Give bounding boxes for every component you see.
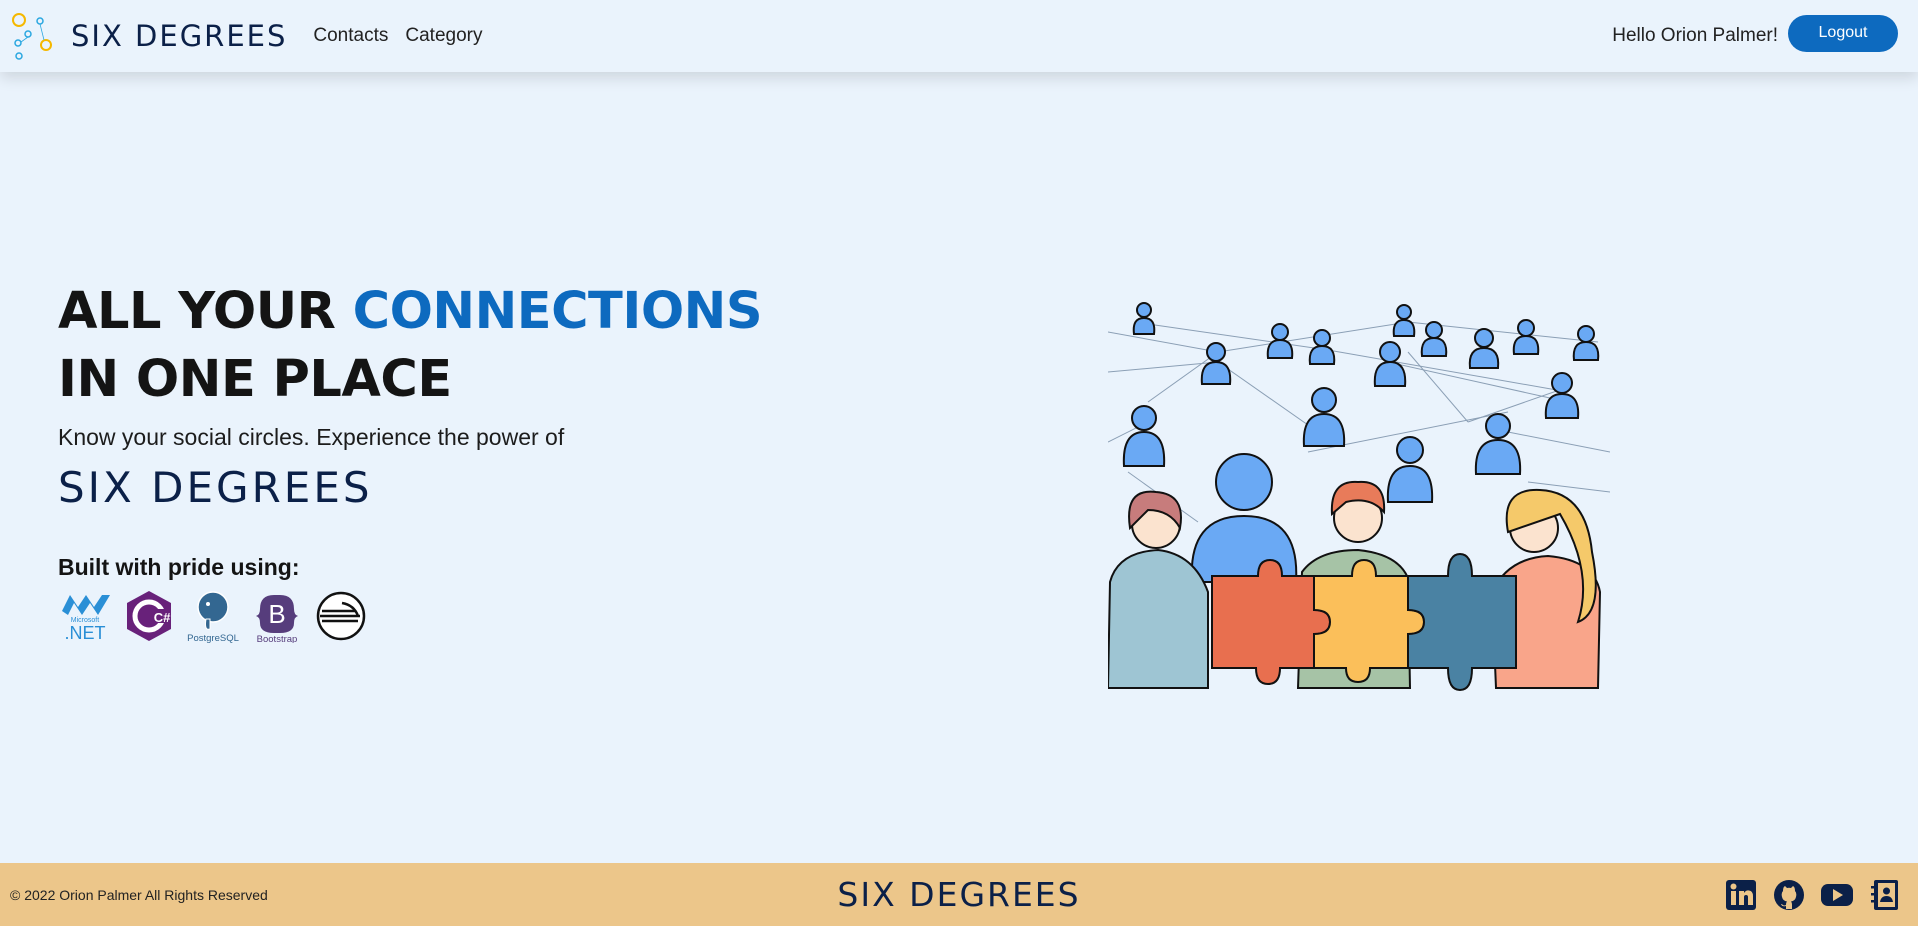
nav-user-area: Hello Orion Palmer! Logout [1612, 14, 1898, 52]
github-icon[interactable] [1772, 878, 1806, 912]
postgresql-label: PostgreSQL [187, 633, 239, 643]
six-degrees-logo-icon [12, 13, 52, 60]
dotnet-icon: Microsoft .NET [58, 589, 112, 643]
footer: © 2022 Orion Palmer All Rights Reserved … [0, 863, 1918, 926]
social-links [1724, 878, 1902, 912]
bootstrap-letter: B [268, 599, 285, 629]
nav-link-contacts[interactable]: Contacts [313, 25, 388, 47]
footer-brand: SIX DEGREES [837, 875, 1081, 914]
hero-section: ALL YOUR CONNECTIONS IN ONE PLACE Know y… [58, 278, 818, 643]
csharp-icon: C# [122, 589, 176, 643]
postgresql-icon: PostgreSQL [186, 589, 240, 643]
built-with-heading: Built with pride using: [58, 554, 300, 580]
bootstrap-icon: B Bootstrap [250, 589, 304, 643]
bootstrap-label: Bootstrap [257, 634, 298, 643]
hero-title-accent: CONNECTIONS [352, 282, 763, 341]
hero-subtitle: Know your social circles. Experience the… [58, 424, 565, 450]
brand-link[interactable]: SIX DEGREES [11, 12, 287, 60]
hero-title-part1: ALL YOUR [58, 282, 353, 341]
youtube-icon[interactable] [1820, 878, 1854, 912]
linkedin-icon[interactable] [1724, 878, 1758, 912]
navbar: SIX DEGREES Contacts Category Hello Orio… [0, 0, 1918, 72]
people-puzzle-illustration [1108, 302, 1610, 692]
csharp-label: C# [154, 610, 171, 625]
hero-brand: SIX DEGREES [58, 463, 373, 512]
tech-stack: Microsoft .NET C# PostgreSQL B Bootstrap [58, 589, 818, 643]
nav-links: Contacts Category [313, 25, 499, 47]
nav-link-category[interactable]: Category [405, 25, 482, 47]
logout-button[interactable]: Logout [1788, 14, 1898, 52]
dotnet-label: .NET [64, 623, 105, 643]
copyright-text: © 2022 Orion Palmer All Rights Reserved [10, 886, 268, 903]
railway-icon [314, 589, 368, 643]
hero-title: ALL YOUR CONNECTIONS IN ONE PLACE [58, 278, 818, 414]
brand-name: SIX DEGREES [71, 19, 288, 53]
contact-book-icon[interactable] [1868, 878, 1902, 912]
hero-title-part2: IN ONE PLACE [58, 350, 452, 409]
user-greeting: Hello Orion Palmer! [1612, 25, 1778, 46]
